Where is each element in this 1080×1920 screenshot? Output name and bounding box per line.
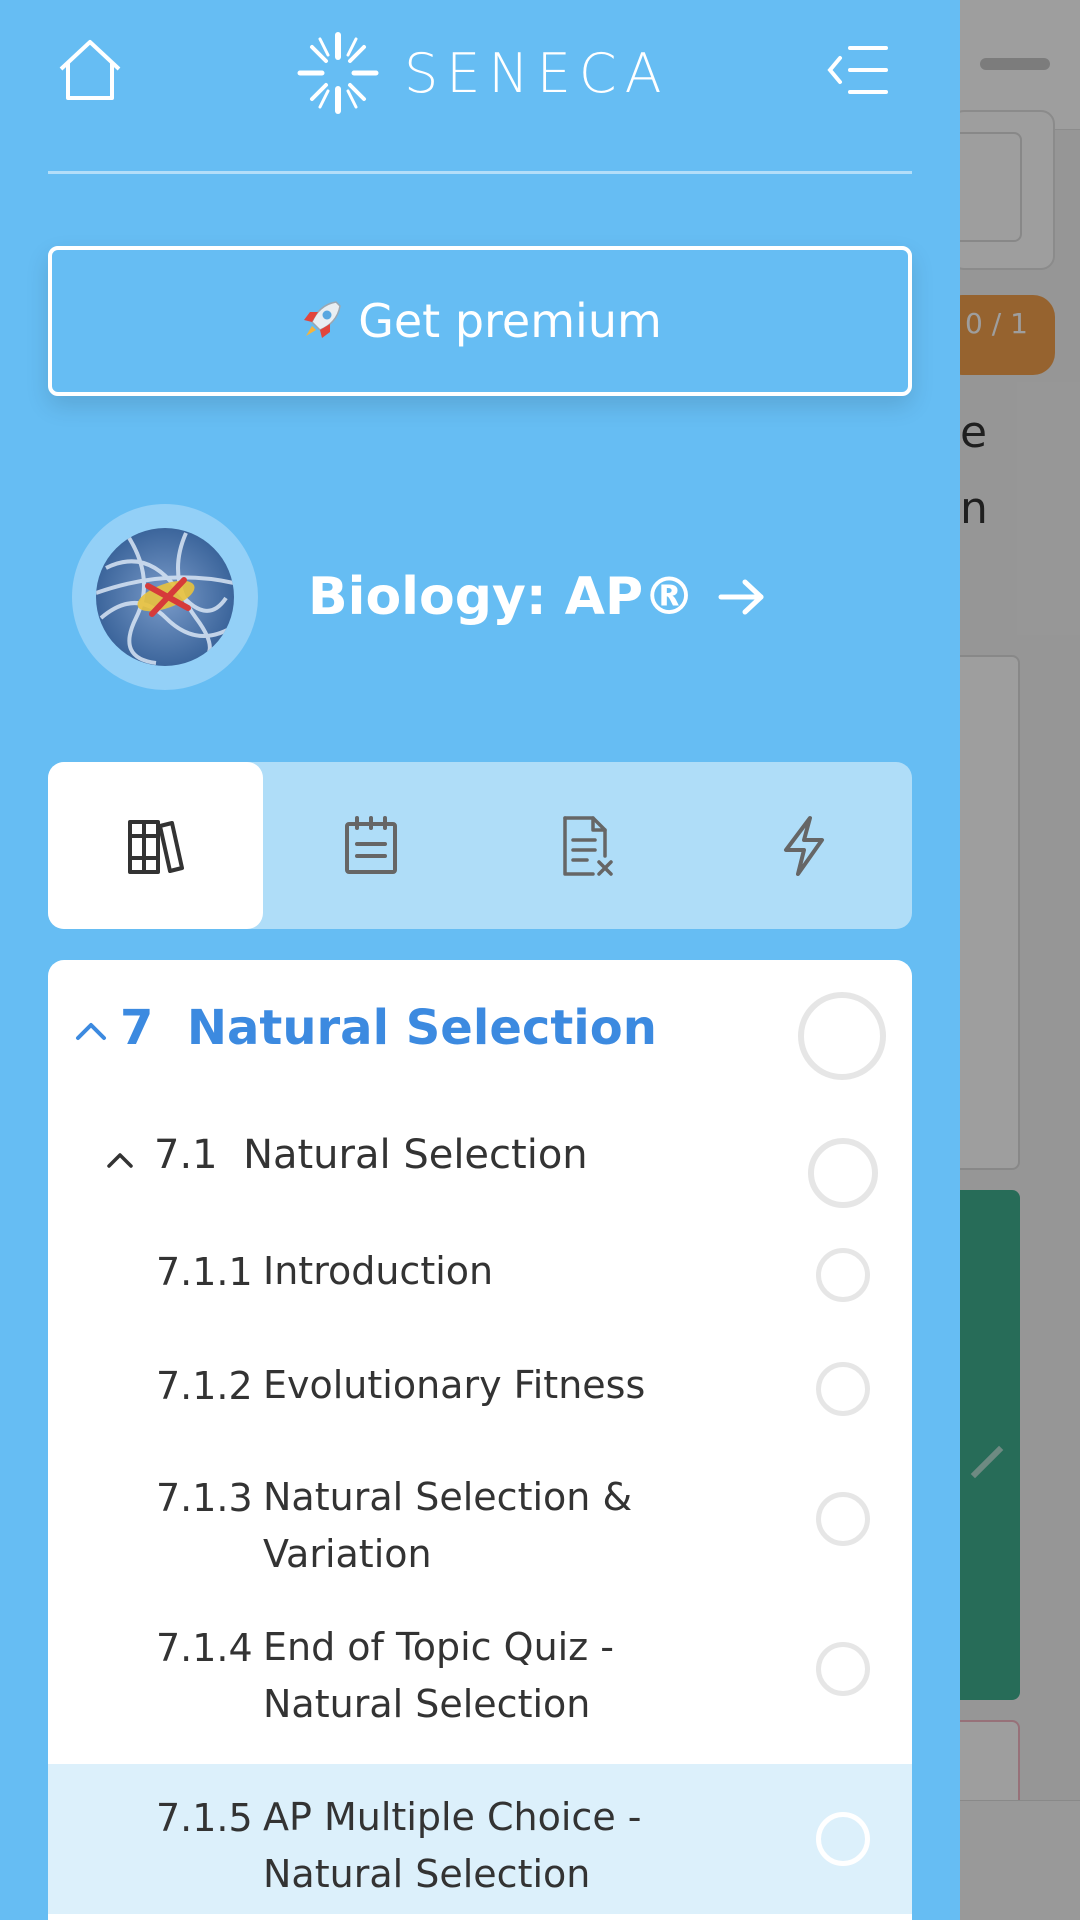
- item-progress-circle: [816, 1248, 870, 1302]
- course-avatar: [72, 504, 258, 690]
- topic-title: 7 Natural Selection: [120, 1000, 657, 1056]
- arrow-right-icon: [718, 579, 764, 615]
- section-tabs: [48, 762, 912, 929]
- home-button[interactable]: [55, 35, 125, 105]
- get-premium-button[interactable]: Get premium: [48, 246, 912, 396]
- logo-text: SENECA: [404, 41, 670, 105]
- item-progress-circle: [816, 1362, 870, 1416]
- home-icon: [59, 40, 121, 100]
- topic-progress-circle: [798, 992, 886, 1080]
- seneca-logo: SENECA: [292, 28, 670, 118]
- list-item[interactable]: 7.1.1 Introduction: [48, 1220, 912, 1330]
- item-number: 7.1.1: [156, 1250, 253, 1294]
- books-icon: [127, 819, 184, 874]
- item-progress-circle: [816, 1492, 870, 1546]
- tab-assignments[interactable]: [263, 762, 479, 929]
- get-premium-label: Get premium: [358, 294, 662, 348]
- item-number: 7.1.4: [156, 1626, 253, 1670]
- subtopic-row[interactable]: 7.1 Natural Selection: [48, 1100, 912, 1220]
- item-title: Evolutionary Fitness: [263, 1363, 646, 1407]
- subtopic-title: 7.1 Natural Selection: [154, 1132, 588, 1178]
- table-of-contents: 7 Natural Selection 7.1 Natural Selectio…: [48, 960, 912, 1920]
- subtopic-progress-circle: [808, 1138, 878, 1208]
- item-title: Natural Selection & Variation: [263, 1475, 633, 1576]
- list-item[interactable]: 7.1.3 Natural Selection & Variation: [48, 1440, 912, 1590]
- header-divider: [48, 171, 912, 174]
- item-title: End of Topic Quiz - Natural Selection: [263, 1625, 614, 1726]
- chevron-up-icon: [107, 1153, 133, 1168]
- lightning-icon: [783, 815, 824, 876]
- tab-exams[interactable]: [479, 762, 695, 929]
- navigation-drawer: SENECA Get premium Biology: AP® 7 Natura…: [0, 0, 960, 1920]
- exam-paper-icon: [563, 815, 614, 876]
- item-number: 7.1.2: [156, 1364, 253, 1408]
- item-progress-circle: [816, 1812, 870, 1866]
- notepad-icon: [345, 815, 398, 874]
- list-item[interactable]: 7.1.4 End of Topic Quiz - Natural Select…: [48, 1590, 912, 1740]
- course-image: [96, 528, 234, 666]
- list-item-selected[interactable]: 7.1.5 AP Multiple Choice - Natural Selec…: [48, 1764, 912, 1914]
- chevron-up-icon: [76, 1023, 106, 1040]
- topic-row[interactable]: 7 Natural Selection: [48, 960, 912, 1100]
- item-title: AP Multiple Choice - Natural Selection: [263, 1795, 642, 1896]
- drawer-header: SENECA: [0, 0, 960, 170]
- item-progress-circle: [816, 1642, 870, 1696]
- course-title: Biology: AP®: [308, 567, 696, 627]
- collapse-menu-icon: [827, 46, 888, 94]
- item-number: 7.1.5: [156, 1796, 253, 1840]
- seneca-burst-icon: [297, 32, 379, 114]
- tab-quick-revise[interactable]: [696, 762, 912, 929]
- list-item[interactable]: 7.1.2 Evolutionary Fitness: [48, 1330, 912, 1440]
- item-number: 7.1.3: [156, 1476, 253, 1520]
- course-link[interactable]: Biology: AP®: [72, 504, 767, 690]
- collapse-menu-button[interactable]: [826, 42, 890, 98]
- item-title: Introduction: [263, 1249, 494, 1293]
- tab-learn[interactable]: [48, 762, 263, 929]
- rocket-icon: [304, 301, 342, 338]
